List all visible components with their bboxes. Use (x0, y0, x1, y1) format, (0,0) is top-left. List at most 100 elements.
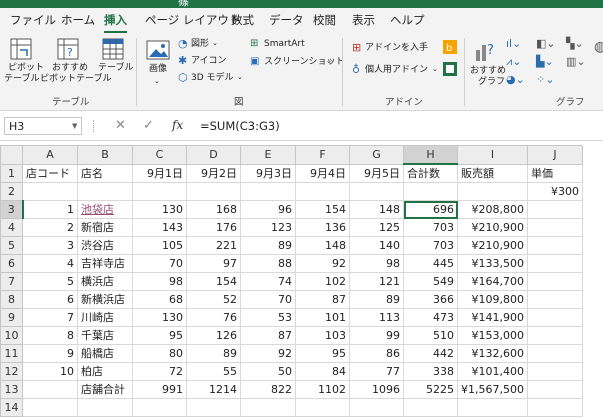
cell[interactable]: 123 (240, 218, 296, 237)
select-all-corner[interactable] (0, 145, 23, 165)
cell[interactable]: 合計数 (403, 163, 458, 183)
cell[interactable]: 87 (240, 326, 296, 345)
cell[interactable]: 6 (22, 290, 78, 309)
cell[interactable]: 703 (403, 236, 458, 255)
cell[interactable]: 渋谷店 (77, 236, 133, 255)
cell[interactable]: 121 (349, 272, 404, 291)
cell[interactable] (526, 344, 583, 363)
cancel-icon[interactable]: ✕ (115, 118, 126, 133)
cell[interactable]: ¥101,400 (457, 362, 528, 381)
tab-review[interactable]: 校閲 (313, 12, 336, 28)
cell[interactable] (403, 398, 458, 417)
cell[interactable]: ¥1,567,500 (457, 380, 528, 399)
row-header[interactable]: 10 (0, 326, 23, 345)
scatter-chart-icon[interactable]: ⁘⌄ (536, 74, 554, 85)
column-header[interactable]: E (240, 145, 296, 165)
cell[interactable] (77, 398, 133, 417)
cell[interactable]: 101 (295, 308, 350, 327)
cell[interactable]: 92 (295, 254, 350, 273)
line-chart-icon[interactable]: ⩘⌄ (506, 56, 521, 67)
cell[interactable]: 千葉店 (77, 326, 133, 345)
cell[interactable]: 1102 (295, 380, 350, 399)
cell[interactable]: 136 (295, 218, 350, 237)
cell[interactable]: 74 (240, 272, 296, 291)
cell[interactable]: 70 (240, 290, 296, 309)
hyperlink-cell[interactable]: 池袋店 (81, 203, 114, 216)
cell[interactable]: 176 (186, 218, 241, 237)
cell[interactable]: 新横浜店 (77, 290, 133, 309)
cell[interactable]: 吉祥寺店 (77, 254, 133, 273)
cell[interactable]: 川崎店 (77, 308, 133, 327)
cell[interactable] (349, 182, 404, 201)
row-header[interactable]: 8 (0, 290, 23, 309)
waterfall-chart-icon[interactable]: ▚⌄ (566, 38, 584, 49)
cell[interactable]: 店コード (22, 163, 78, 183)
cell[interactable] (526, 326, 583, 345)
cell[interactable]: 154 (295, 200, 350, 219)
cell[interactable]: 92 (240, 344, 296, 363)
cell[interactable]: 140 (349, 236, 404, 255)
cell[interactable]: 89 (349, 290, 404, 309)
insert-function-icon[interactable]: fx (172, 118, 183, 132)
cell[interactable] (526, 218, 583, 237)
column-header[interactable]: I (457, 145, 528, 165)
cell[interactable] (132, 182, 187, 201)
cell[interactable]: ¥300 (526, 182, 583, 201)
cell[interactable]: 7 (22, 308, 78, 327)
maps-chart-icon[interactable]: ◍ (594, 40, 603, 54)
row-header[interactable]: 11 (0, 344, 23, 363)
cell[interactable] (403, 182, 458, 201)
cell[interactable]: 96 (240, 200, 296, 219)
cell[interactable]: ¥153,000 (457, 326, 528, 345)
cell[interactable]: 船橋店 (77, 344, 133, 363)
row-header[interactable]: 1 (0, 163, 23, 183)
cell[interactable]: 95 (132, 326, 187, 345)
cell[interactable]: ¥164,700 (457, 272, 528, 291)
combo-chart-icon[interactable]: ▥⌄ (566, 56, 586, 67)
cell[interactable] (77, 182, 133, 201)
cell[interactable]: 126 (186, 326, 241, 345)
cell[interactable]: 店舗合計 (77, 380, 133, 399)
cell[interactable]: 703 (403, 218, 458, 237)
name-box[interactable]: H3 (4, 117, 82, 135)
cell[interactable]: 88 (240, 254, 296, 273)
cell[interactable] (526, 380, 583, 399)
cell[interactable]: 125 (349, 218, 404, 237)
cell[interactable] (457, 182, 528, 201)
cell[interactable]: 130 (132, 308, 187, 327)
cell[interactable]: 52 (186, 290, 241, 309)
cell[interactable]: 168 (186, 200, 241, 219)
tab-home[interactable]: ホーム (61, 12, 95, 28)
cell[interactable] (132, 398, 187, 417)
cell[interactable]: 5225 (403, 380, 458, 399)
cell[interactable]: 366 (403, 290, 458, 309)
enter-icon[interactable]: ✓ (143, 118, 154, 133)
cell[interactable]: 338 (403, 362, 458, 381)
cell[interactable]: 販売額 (457, 163, 528, 183)
row-header[interactable]: 5 (0, 236, 23, 255)
cell[interactable]: ¥141,900 (457, 308, 528, 327)
tab-data[interactable]: データ (269, 12, 304, 28)
row-header[interactable]: 7 (0, 272, 23, 291)
cell[interactable]: 9月4日 (295, 163, 350, 183)
cell[interactable]: 143 (132, 218, 187, 237)
cell[interactable]: 横浜店 (77, 272, 133, 291)
cell[interactable]: 池袋店 (77, 200, 133, 219)
cell[interactable] (240, 182, 296, 201)
row-header[interactable]: 9 (0, 308, 23, 327)
cell[interactable] (526, 272, 583, 291)
tab-view[interactable]: 表示 (352, 12, 375, 28)
row-header[interactable]: 14 (0, 398, 23, 417)
cell[interactable]: 87 (295, 290, 350, 309)
cell[interactable]: 95 (295, 344, 350, 363)
cell[interactable] (526, 200, 583, 219)
cell[interactable]: 221 (186, 236, 241, 255)
column-header[interactable]: F (295, 145, 350, 165)
cell[interactable]: 99 (349, 326, 404, 345)
column-header[interactable]: J (526, 145, 583, 165)
row-header[interactable]: 4 (0, 218, 23, 237)
cell[interactable]: 1 (22, 200, 78, 219)
cell[interactable]: 68 (132, 290, 187, 309)
cell[interactable]: 97 (186, 254, 241, 273)
cell[interactable]: 80 (132, 344, 187, 363)
